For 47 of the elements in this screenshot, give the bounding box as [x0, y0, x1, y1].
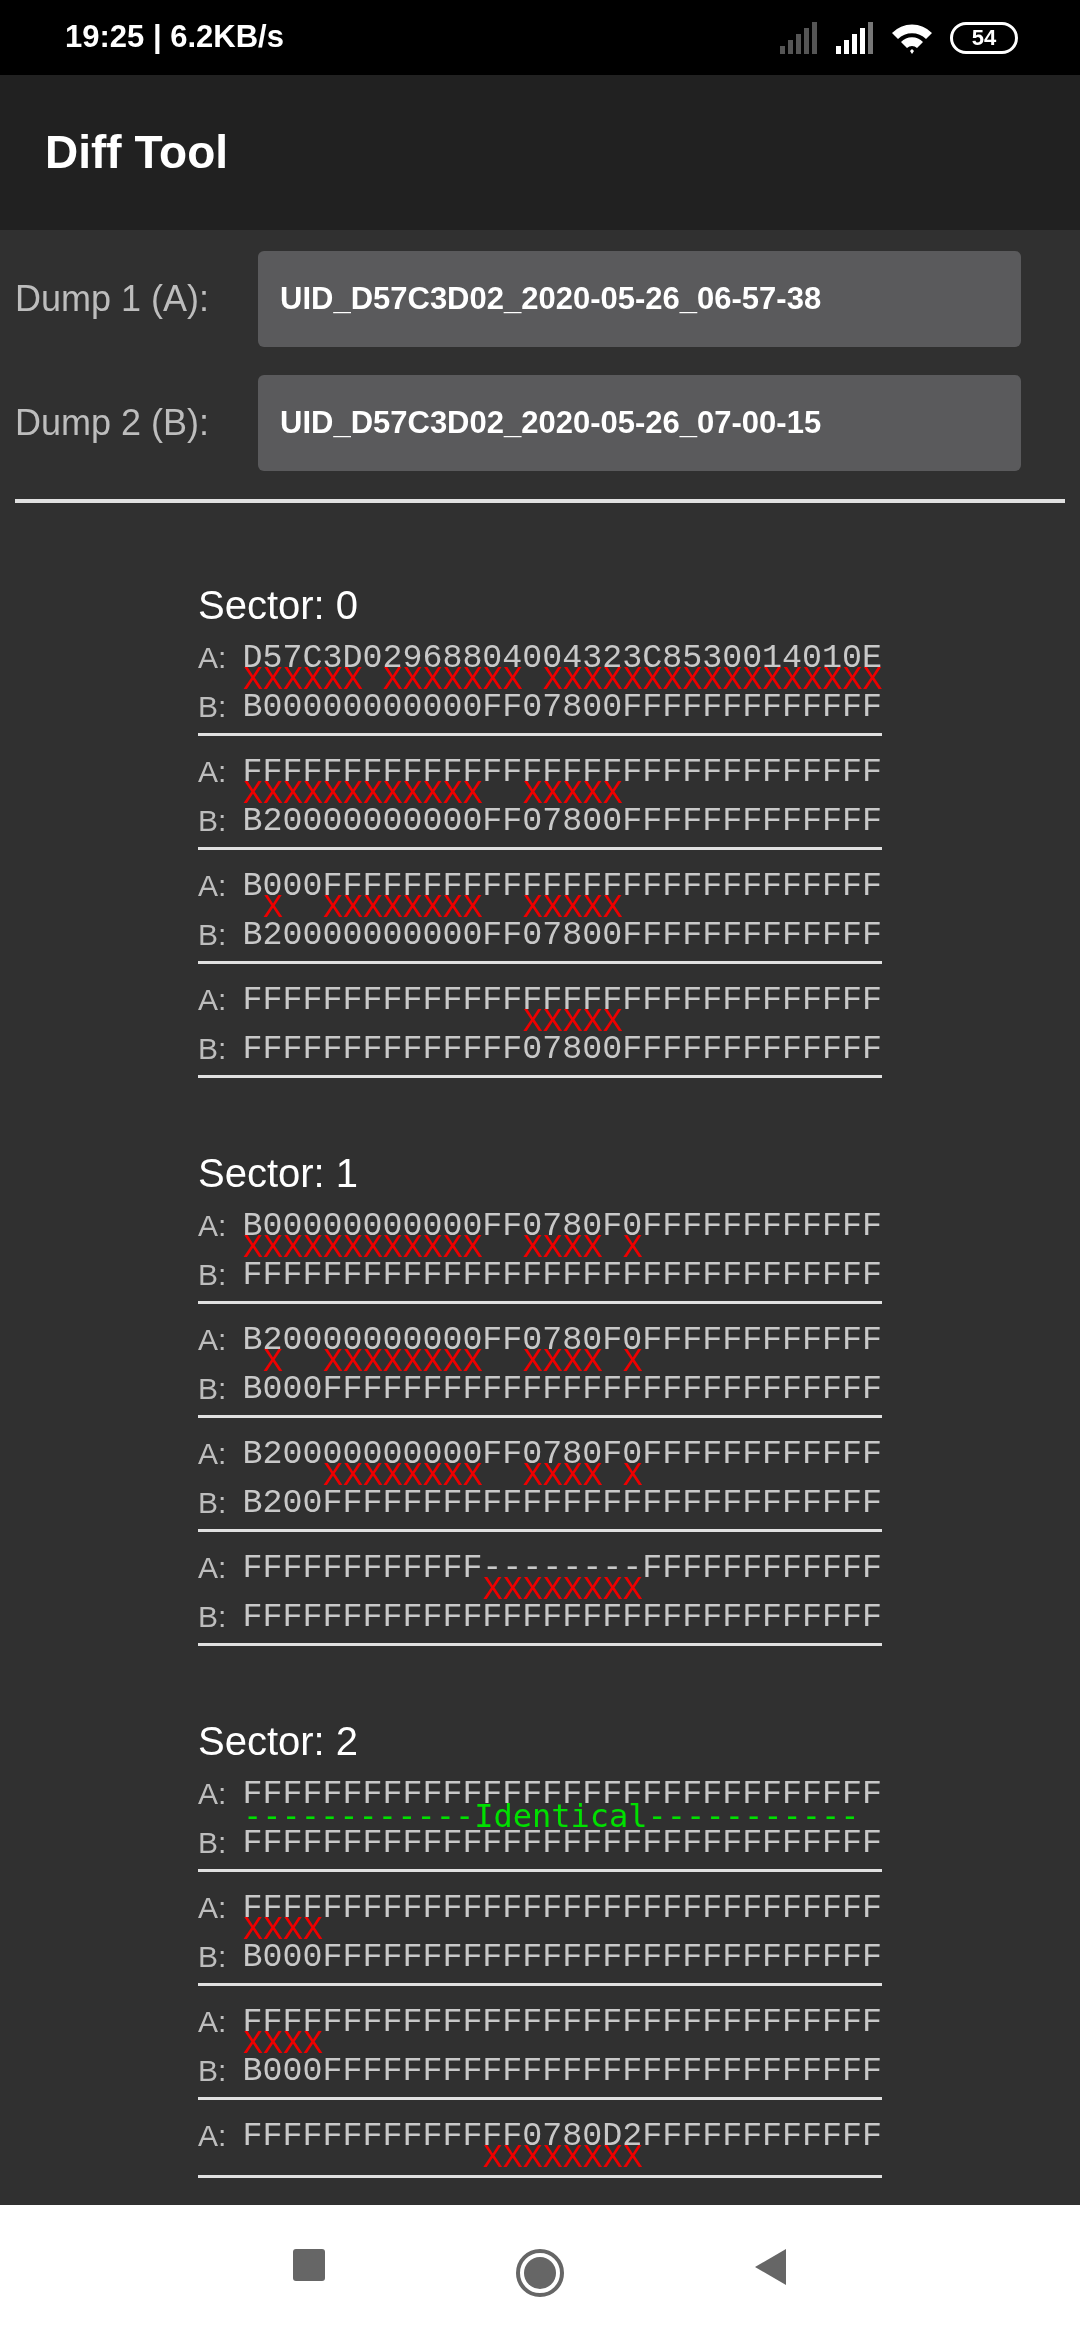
row-label: A:: [198, 873, 228, 899]
hex-value: B00000000000FF07800FFFFFFFFFFFFF: [242, 689, 882, 725]
signal-icon: [834, 21, 874, 54]
row-label: A:: [198, 1327, 228, 1353]
row-label: B:: [198, 1257, 228, 1293]
back-icon[interactable]: [754, 2248, 787, 2285]
row-label: B:: [198, 803, 228, 839]
row-label: B:: [198, 1031, 228, 1067]
hex-value: B000FFFFFFFFFFFFFFFFFFFFFFFFFFFF: [242, 1371, 882, 1407]
hex-value: B200FFFFFFFFFFFFFFFFFFFFFFFFFFFF: [242, 1485, 882, 1521]
dump-label: Dump 1 (A):: [15, 277, 211, 321]
row-label: A:: [198, 1781, 228, 1807]
sector-title: Sector: 2: [198, 1718, 360, 1765]
row-label: B:: [198, 689, 228, 725]
row-label: A:: [198, 1213, 228, 1239]
home-icon[interactable]: [516, 2248, 564, 2297]
signal-icon: [778, 21, 818, 54]
row-label: A:: [198, 1895, 228, 1921]
hex-value: B20000000000FF07800FFFFFFFFFFFFF: [242, 803, 882, 839]
row-label: A:: [198, 1441, 228, 1467]
row-label: B:: [198, 917, 228, 953]
app-title: Diff Tool: [45, 124, 229, 180]
row-label: B:: [198, 1939, 228, 1975]
row-label: A:: [198, 2123, 228, 2149]
dump-label: Dump 2 (B):: [15, 401, 211, 445]
row-label: A:: [198, 645, 228, 671]
battery-icon: 54: [950, 21, 1018, 54]
sector-title: Sector: 0: [198, 582, 360, 629]
hex-value: B000FFFFFFFFFFFFFFFFFFFFFFFFFFFF: [242, 2053, 882, 2089]
row-label: B:: [198, 1485, 228, 1521]
hex-value: B000FFFFFFFFFFFFFFFFFFFFFFFFFFFF: [242, 1939, 882, 1975]
row-label: B:: [198, 1371, 228, 1407]
dump-selector[interactable]: UID_D57C3D02_2020-05-26_07-00-15: [258, 375, 1021, 471]
row-label: A:: [198, 1555, 228, 1581]
hex-value: FFFFFFFFFFFFFF07800FFFFFFFFFFFFF: [242, 1031, 882, 1067]
row-label: A:: [198, 2009, 228, 2035]
row-label: A:: [198, 759, 228, 785]
dump-selector[interactable]: UID_D57C3D02_2020-05-26_06-57-38: [258, 251, 1021, 347]
row-label: A:: [198, 987, 228, 1013]
row-label: B:: [198, 1599, 228, 1635]
recents-icon[interactable]: [293, 2248, 326, 2281]
row-label: B:: [198, 2053, 228, 2089]
status-time: 19:25 | 6.2KB/s: [65, 18, 284, 57]
row-label: B:: [198, 1825, 228, 1861]
hex-value: FFFFFFFFFFFFFFFFFFFFFFFFFFFFFFFF: [242, 1257, 882, 1293]
sector-title: Sector: 1: [198, 1150, 360, 1197]
hex-value: B20000000000FF07800FFFFFFFFFFFFF: [242, 917, 882, 953]
